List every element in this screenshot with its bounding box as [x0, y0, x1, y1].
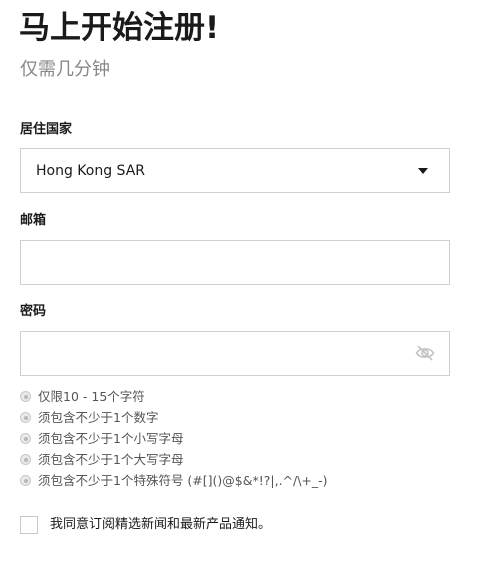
password-rule: 须包含不少于1个小写字母: [20, 428, 328, 449]
password-field-wrapper: [20, 331, 450, 376]
password-rule: 须包含不少于1个数字: [20, 407, 328, 428]
password-rule-text: 须包含不少于1个数字: [38, 409, 159, 425]
country-select[interactable]: Hong Kong SAR: [20, 148, 450, 193]
page-subtitle: 仅需几分钟: [20, 59, 110, 80]
newsletter-consent: 我同意订阅精选新闻和最新产品通知。: [20, 516, 271, 534]
email-label: 邮箱: [20, 213, 47, 228]
rule-status-icon: [20, 454, 31, 465]
email-field[interactable]: [21, 241, 449, 284]
rule-status-icon: [20, 475, 31, 486]
rule-status-icon: [20, 391, 31, 402]
country-label: 居住国家: [20, 122, 73, 137]
eye-slash-icon[interactable]: [415, 344, 435, 362]
country-select-value: Hong Kong SAR: [36, 163, 146, 179]
rule-status-icon: [20, 433, 31, 444]
chevron-down-icon: [418, 168, 428, 174]
password-rules: 仅限10 - 15个字符 须包含不少于1个数字 须包含不少于1个小写字母 须包含…: [20, 386, 328, 491]
password-rule-text: 须包含不少于1个特殊符号 (#[]()@$&*!?|,.^/\+_-): [38, 472, 328, 488]
password-rule-text: 仅限10 - 15个字符: [38, 388, 145, 404]
rule-status-icon: [20, 412, 31, 423]
page-title: 马上开始注册!: [19, 10, 220, 46]
email-field-wrapper: [20, 240, 450, 285]
newsletter-checkbox[interactable]: [20, 516, 38, 534]
password-field[interactable]: [21, 332, 449, 375]
password-rule: 须包含不少于1个大写字母: [20, 449, 328, 470]
password-rule-text: 须包含不少于1个小写字母: [38, 430, 184, 446]
password-rule-text: 须包含不少于1个大写字母: [38, 451, 184, 467]
newsletter-consent-label: 我同意订阅精选新闻和最新产品通知。: [50, 517, 272, 532]
password-rule: 仅限10 - 15个字符: [20, 386, 328, 407]
password-rule: 须包含不少于1个特殊符号 (#[]()@$&*!?|,.^/\+_-): [20, 470, 328, 491]
password-label: 密码: [20, 304, 47, 319]
